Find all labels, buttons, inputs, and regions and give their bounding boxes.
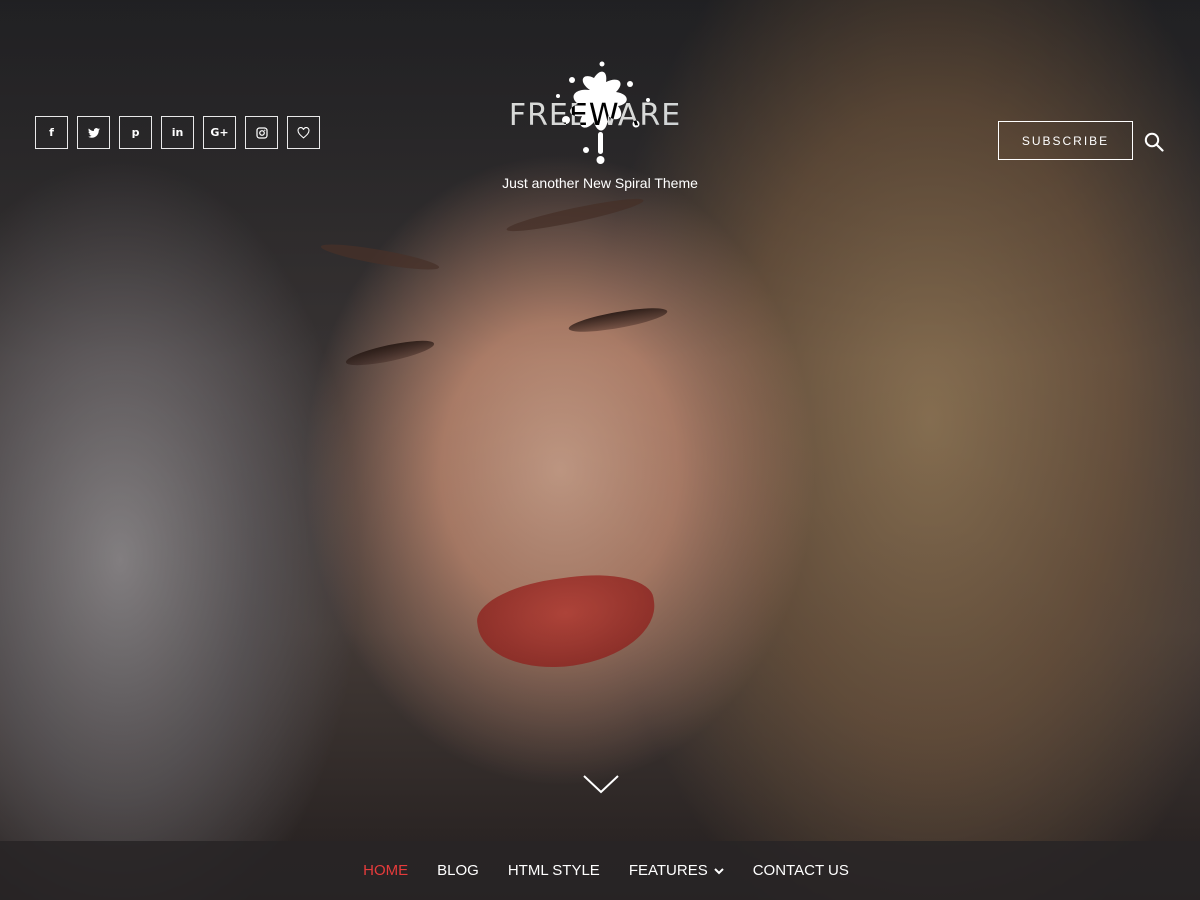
facebook-icon[interactable]: f: [35, 116, 68, 149]
nav-item-features[interactable]: FEATURES: [629, 862, 724, 879]
chevron-down-icon: [714, 867, 724, 874]
main-navigation: HOME BLOG HTML STYLE FEATURES CONTACT US: [0, 841, 1200, 900]
search-icon[interactable]: [1144, 132, 1164, 152]
scroll-down-chevron-icon[interactable]: [582, 772, 620, 796]
nav-menu: HOME BLOG HTML STYLE FEATURES CONTACT US: [363, 862, 849, 879]
nav-item-contact-us[interactable]: CONTACT US: [753, 862, 849, 879]
google-plus-icon[interactable]: G+: [203, 116, 236, 149]
site-logo[interactable]: FREEWARE: [490, 60, 710, 170]
nav-item-html-style[interactable]: HTML STYLE: [508, 862, 600, 879]
nav-item-blog[interactable]: BLOG: [437, 862, 479, 879]
nav-item-label: CONTACT US: [752, 862, 849, 879]
heart-icon[interactable]: [287, 116, 320, 149]
twitter-icon[interactable]: [77, 116, 110, 149]
social-icons: f p in G+: [35, 116, 320, 149]
instagram-icon[interactable]: [245, 116, 278, 149]
nav-item-label: HOME: [363, 862, 409, 879]
nav-item-label: BLOG: [437, 862, 479, 879]
hero-section: f p in G+ FREEWARE Just another New Spir…: [0, 0, 1200, 900]
site-tagline: Just another New Spiral Theme: [502, 175, 698, 191]
nav-item-label: HTML STYLE: [507, 862, 600, 879]
nav-item-label: FEATURES: [628, 862, 708, 879]
subscribe-button[interactable]: SUBSCRIBE: [998, 121, 1133, 160]
nav-item-home[interactable]: HOME: [363, 862, 408, 879]
pinterest-icon[interactable]: p: [119, 116, 152, 149]
linkedin-icon[interactable]: in: [161, 116, 194, 149]
logo-text: FREEWARE: [508, 98, 682, 133]
